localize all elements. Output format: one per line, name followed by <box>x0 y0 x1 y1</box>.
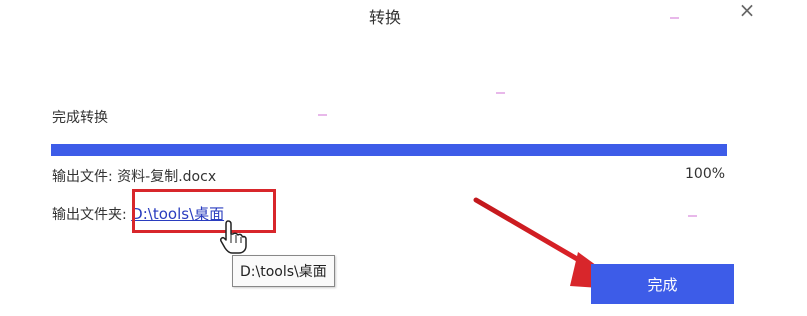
output-file-label: 输出文件: <box>52 169 118 185</box>
progress-bar <box>51 144 727 156</box>
highlight-box <box>132 189 276 233</box>
decorative-speck <box>688 215 697 217</box>
output-folder-label: 输出文件夹: <box>52 207 127 223</box>
status-text: 完成转换 <box>52 110 108 126</box>
dialog-title: 转换 <box>368 8 401 27</box>
output-file-row: 输出文件: 资料-复制.docx <box>52 166 216 186</box>
close-icon[interactable]: × <box>737 0 757 20</box>
hand-pointer-icon <box>220 220 247 254</box>
decorative-speck <box>670 17 679 19</box>
folder-tooltip: D:\tools\桌面 <box>232 255 335 287</box>
progress-fill <box>51 144 727 156</box>
decorative-speck <box>318 114 327 116</box>
decorative-speck <box>496 92 505 94</box>
progress-percent: 100% <box>685 166 726 182</box>
output-file-name: 资料-复制.docx <box>117 169 217 185</box>
done-button[interactable]: 完成 <box>591 264 734 304</box>
